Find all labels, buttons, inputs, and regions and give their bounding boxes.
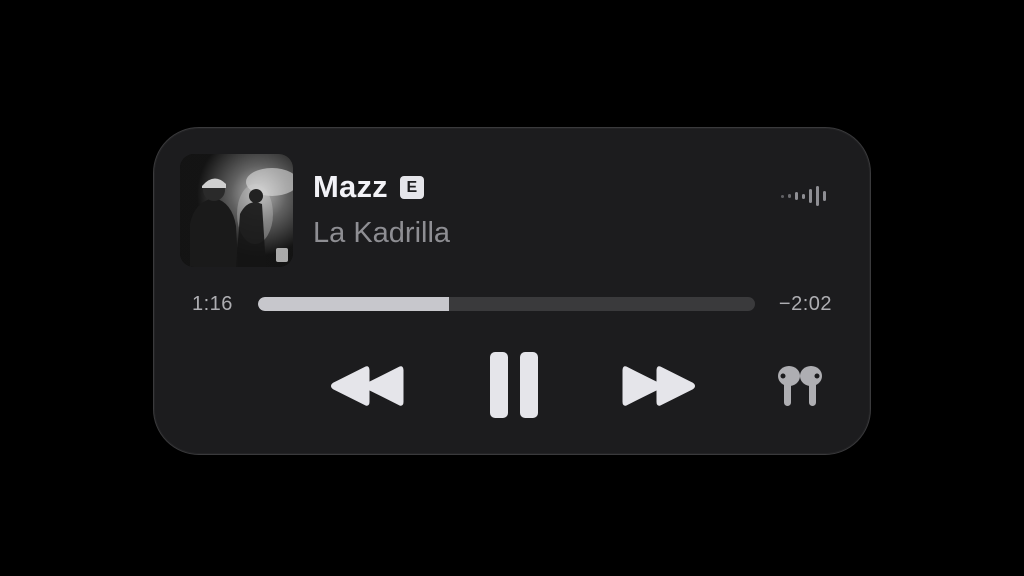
audio-output-button[interactable] <box>774 362 826 410</box>
rewind-icon <box>331 366 404 406</box>
waveform-icon <box>781 184 826 208</box>
pause-button[interactable] <box>484 350 544 420</box>
now-playing-widget: Mazz E La Kadrilla 1:16 −2:02 <box>153 127 871 455</box>
pause-icon <box>490 352 538 418</box>
remaining-time: −2:02 <box>778 293 832 315</box>
album-artwork-image <box>180 154 293 267</box>
title-row: Mazz E <box>313 169 424 205</box>
fast-forward-button[interactable] <box>622 362 696 410</box>
explicit-badge: E <box>399 175 424 199</box>
track-title[interactable]: Mazz <box>313 169 388 205</box>
album-artwork[interactable] <box>180 154 293 267</box>
progress-bar[interactable] <box>258 297 755 311</box>
elapsed-time: 1:16 <box>192 293 233 315</box>
rewind-button[interactable] <box>330 362 404 410</box>
progress-fill <box>258 297 450 311</box>
artist-name[interactable]: La Kadrilla <box>313 216 450 250</box>
airpods-icon <box>778 366 822 406</box>
fast-forward-icon <box>622 366 695 406</box>
